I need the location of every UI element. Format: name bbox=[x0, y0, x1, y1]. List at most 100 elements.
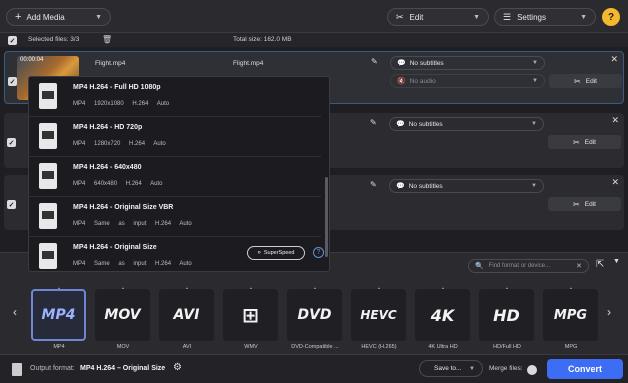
selected-files-text: Selected files: 3/3 bbox=[28, 36, 80, 43]
info-icon[interactable]: ? bbox=[313, 247, 324, 258]
format-tile-wmv[interactable]: ^ ⊞ WMV bbox=[222, 286, 280, 353]
gear-icon[interactable]: ⚙ bbox=[173, 362, 182, 373]
format-label: HD/Full HD bbox=[493, 344, 521, 350]
format-tile-mp4[interactable]: ^ MP4 MP4 bbox=[30, 286, 88, 353]
preset-audio: Auto bbox=[179, 261, 192, 267]
export-icon[interactable]: ⇱ bbox=[596, 259, 604, 270]
edit-file-button[interactable]: ✂ Edit bbox=[549, 74, 622, 88]
format-tile-mpg[interactable]: ^ MPG MPG bbox=[542, 286, 600, 353]
format-tile-hevc[interactable]: ^ HEVC HEVC (H.265) bbox=[350, 286, 408, 353]
preset-option[interactable]: MP4 H.264 - 640x480 MP4 640x480 H.264 Au… bbox=[29, 157, 321, 197]
pencil-icon[interactable]: ✎ bbox=[370, 180, 377, 189]
preset-container: MP4 bbox=[73, 181, 86, 187]
format-label: AVI bbox=[182, 344, 192, 350]
close-icon[interactable]: ✕ bbox=[610, 54, 618, 65]
format-tile-dvd[interactable]: ^ DVD DVD-Compatible ... bbox=[286, 286, 344, 353]
scroll-left-icon[interactable]: ‹ bbox=[13, 305, 17, 319]
output-format-label: Output format: bbox=[30, 365, 75, 372]
mp4-file-icon bbox=[39, 83, 57, 109]
preset-size: 1280x720 bbox=[94, 141, 121, 147]
preset-title: MP4 H.264 - Original Size bbox=[73, 244, 157, 251]
add-media-button[interactable]: + Add Media ▼ bbox=[6, 8, 111, 26]
file-name: Flight.mp4 bbox=[95, 60, 126, 67]
chevron-down-icon: ▼ bbox=[531, 121, 537, 127]
scissors-icon: ✂ bbox=[573, 199, 580, 209]
audio-select[interactable]: 🔇 No audio ▼ bbox=[390, 74, 545, 88]
help-button[interactable]: ? bbox=[602, 8, 620, 26]
superspeed-icon: » bbox=[257, 250, 261, 256]
preset-specs: MP4 1920x1080 H.264 Auto bbox=[73, 101, 169, 107]
clear-search-icon[interactable]: ✕ bbox=[576, 262, 582, 270]
total-size-text: Total size: 162.0 MB bbox=[233, 36, 292, 43]
preset-codec: H.264 bbox=[155, 221, 172, 227]
pencil-icon[interactable]: ✎ bbox=[370, 118, 377, 127]
top-toolbar: + Add Media ▼ ✂ Edit ▼ ☰ Settings ▼ ? bbox=[0, 0, 628, 33]
edit-label: Edit bbox=[409, 12, 424, 22]
preset-option[interactable]: MP4 H.264 - Full HD 1080p MP4 1920x1080 … bbox=[29, 77, 321, 117]
preset-audio: Auto bbox=[179, 221, 192, 227]
format-carousel: ^ MP4 MP4 ^ MOV MOV ^ AVI AVI ^ ⊞ WMV ^ … bbox=[30, 286, 605, 353]
format-label: DVD-Compatible ... bbox=[291, 344, 339, 350]
subtitles-select[interactable]: 💬 No subtitles ▼ bbox=[389, 117, 544, 131]
format-tile-avi[interactable]: ^ AVI AVI bbox=[158, 286, 216, 353]
merge-files-toggle[interactable] bbox=[527, 365, 537, 375]
subtitles-select[interactable]: 💬 No subtitles ▼ bbox=[389, 179, 544, 193]
close-icon[interactable]: ✕ bbox=[611, 115, 619, 126]
format-search-input[interactable]: 🔍 Find format or device... ✕ bbox=[468, 259, 589, 273]
preset-title: MP4 H.264 - Original Size VBR bbox=[73, 204, 174, 211]
file-checkbox[interactable]: ✓ bbox=[7, 138, 16, 147]
output-file-name[interactable]: Flight.mp4 bbox=[233, 60, 263, 67]
subtitles-select[interactable]: 💬 No subtitles ▼ bbox=[390, 56, 545, 70]
bottom-bar: Output format: MP4 H.264 – Original Size… bbox=[0, 354, 628, 383]
format-tile-mov[interactable]: ^ MOV MOV bbox=[94, 286, 152, 353]
edit-file-label: Edit bbox=[585, 77, 597, 85]
select-all-checkbox[interactable]: ✓ bbox=[8, 36, 17, 45]
format-label: MP4 bbox=[53, 344, 65, 350]
preset-option[interactable]: MP4 H.264 - Original Size MP4 Same as in… bbox=[29, 237, 324, 271]
settings-menu-button[interactable]: ☰ Settings ▼ bbox=[494, 8, 596, 26]
preset-size: Same as input bbox=[94, 261, 147, 267]
preset-audio: Auto bbox=[150, 181, 163, 187]
pencil-icon[interactable]: ✎ bbox=[371, 57, 378, 66]
speaker-muted-icon: 🔇 bbox=[397, 78, 406, 85]
hd-logo: HD bbox=[479, 289, 534, 341]
trash-icon[interactable]: 🗑 bbox=[102, 35, 112, 44]
edit-file-label: Edit bbox=[584, 138, 596, 146]
edit-file-button[interactable]: ✂ Edit bbox=[548, 197, 621, 211]
preset-specs: MP4 Same as input H.264 Auto bbox=[73, 261, 192, 267]
merge-files-label: Merge files: bbox=[489, 365, 523, 372]
audio-value: No audio bbox=[409, 77, 436, 85]
file-checkbox[interactable]: ✓ bbox=[7, 200, 16, 209]
add-media-label: Add Media bbox=[26, 12, 65, 22]
format-tile-4k[interactable]: ^ 4K 4K Ultra HD bbox=[414, 286, 472, 353]
preset-codec: H.264 bbox=[155, 261, 172, 267]
convert-button[interactable]: Convert bbox=[547, 359, 623, 379]
chevron-down-icon: ▼ bbox=[580, 13, 587, 21]
format-label: 4K Ultra HD bbox=[428, 344, 458, 350]
plus-icon: + bbox=[15, 11, 22, 23]
format-label: MOV bbox=[116, 344, 130, 350]
preset-option[interactable]: MP4 H.264 - HD 720p MP4 1280x720 H.264 A… bbox=[29, 117, 321, 157]
save-to-button[interactable]: Save to... ▼ bbox=[419, 360, 483, 377]
preset-option[interactable]: MP4 H.264 - Original Size VBR MP4 Same a… bbox=[29, 197, 321, 237]
dropdown-scrollbar[interactable] bbox=[325, 177, 328, 257]
preset-codec: H.264 bbox=[129, 141, 146, 147]
edit-menu-button[interactable]: ✂ Edit ▼ bbox=[387, 8, 489, 26]
mp4-file-icon bbox=[39, 243, 57, 269]
scroll-right-icon[interactable]: › bbox=[607, 305, 611, 319]
format-label: HEVC (H.265) bbox=[361, 344, 397, 350]
edit-file-button[interactable]: ✂ Edit bbox=[548, 135, 621, 149]
sliders-icon: ☰ bbox=[503, 11, 512, 22]
preset-audio: Auto bbox=[156, 101, 170, 107]
chevron-down-icon: ▼ bbox=[532, 78, 538, 84]
format-tile-hd[interactable]: ^ HD HD/Full HD bbox=[478, 286, 536, 353]
file-checkbox[interactable]: ✓ bbox=[8, 77, 17, 86]
chevron-down-icon[interactable]: ▼ bbox=[613, 258, 620, 265]
preset-size: 640x480 bbox=[94, 181, 118, 187]
close-icon[interactable]: ✕ bbox=[611, 177, 619, 188]
superspeed-button[interactable]: » SuperSpeed bbox=[247, 246, 305, 260]
format-label: MPG bbox=[564, 344, 578, 350]
preset-size: 1920x1080 bbox=[94, 101, 124, 107]
dvd-logo: DVD bbox=[287, 289, 342, 341]
output-format-value: MP4 H.264 – Original Size bbox=[80, 365, 166, 372]
